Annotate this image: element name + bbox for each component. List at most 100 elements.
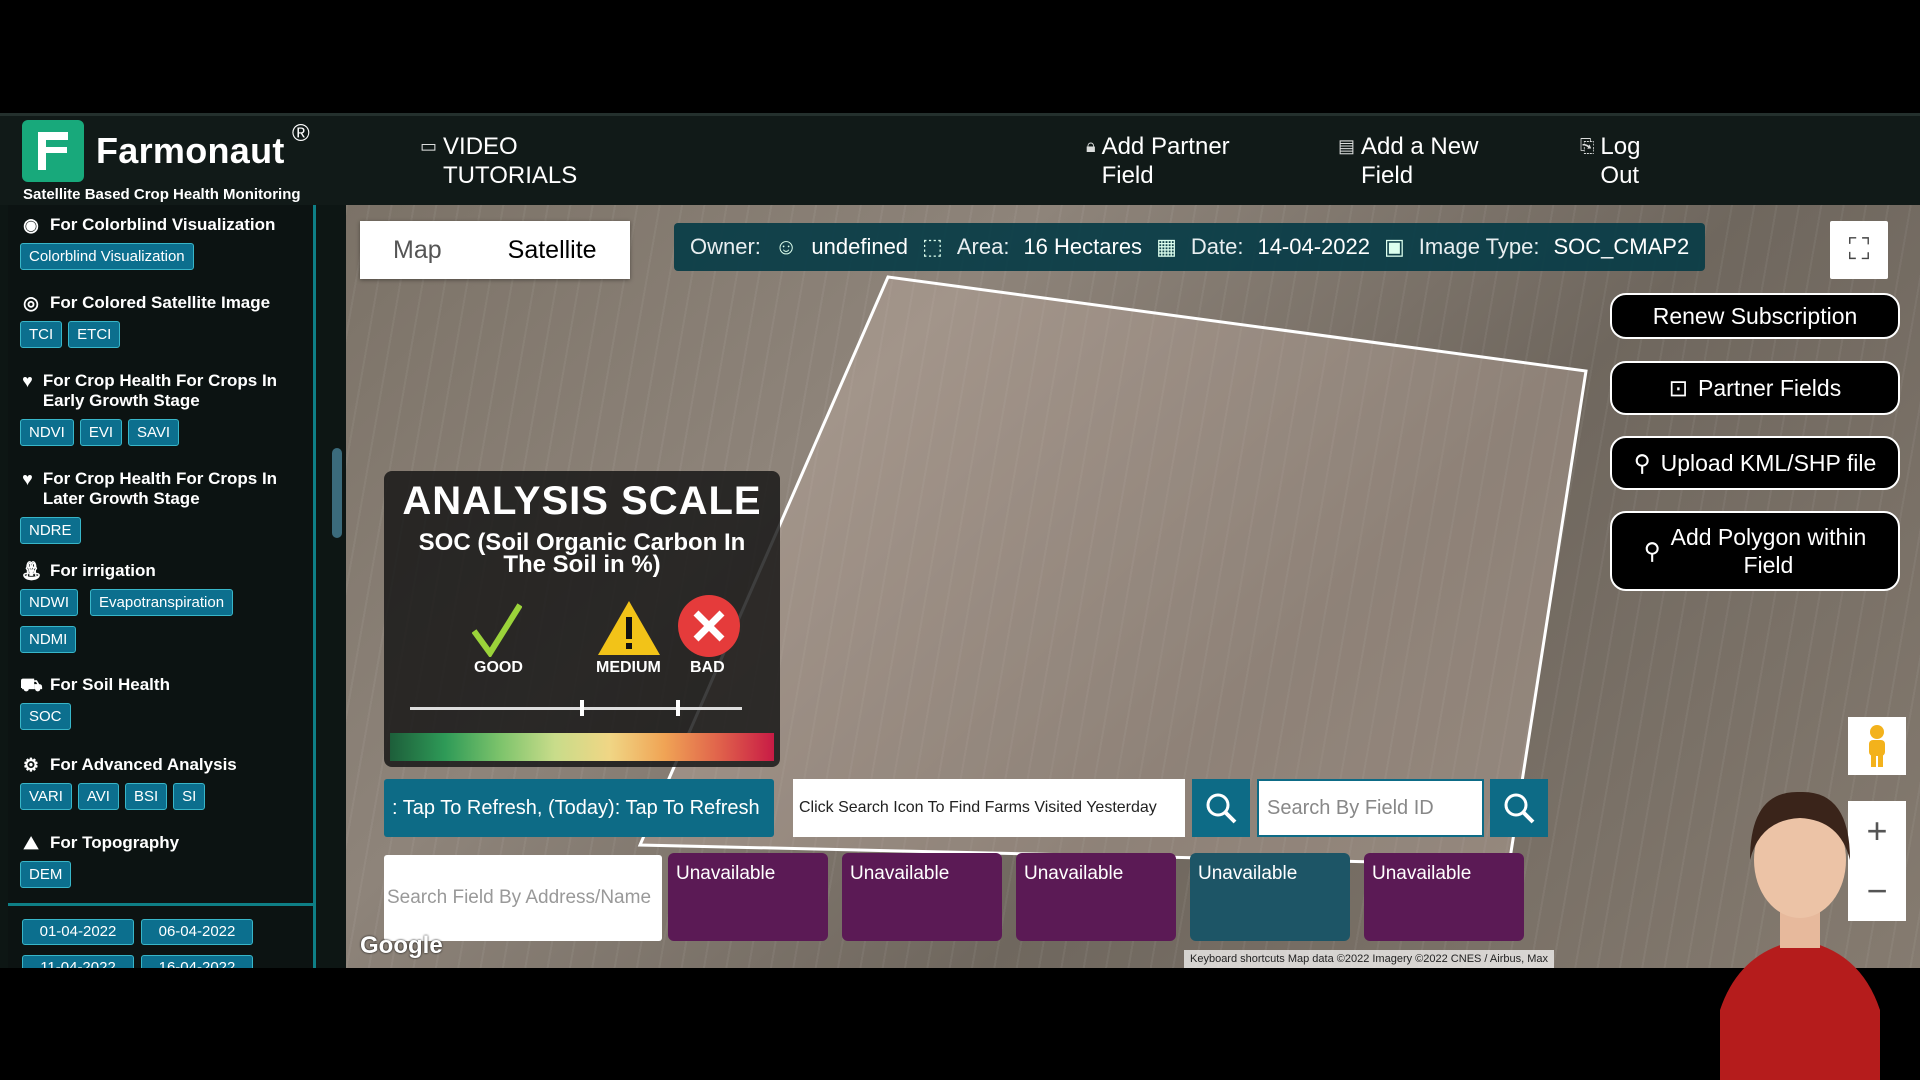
map-attribution[interactable]: Keyboard shortcuts Map data ©2022 Imager… (1184, 950, 1554, 968)
fullscreen-button[interactable]: ⛶ (1830, 221, 1888, 279)
chip-ndmi[interactable]: NDMI (20, 626, 77, 653)
checkmark-icon (472, 603, 522, 657)
chip-si[interactable]: SI (173, 783, 206, 810)
video-tutorials-link[interactable]: ▭ VIDEO TUTORIALS (420, 132, 577, 190)
calendar-icon: ▦ (1156, 234, 1177, 259)
unavailable-tile[interactable]: Unavailable (1016, 853, 1176, 941)
registered-mark: ® (292, 120, 310, 147)
chip-evi[interactable]: EVI (79, 419, 123, 446)
chip-tci[interactable]: TCI (20, 321, 63, 348)
scale-subtitle-line: The Soil in %) (503, 551, 661, 578)
satellite-icon: ◎ (23, 293, 39, 313)
nav-label: Field (1101, 162, 1154, 189)
chip-ndre[interactable]: NDRE (20, 517, 81, 544)
unavailable-tile[interactable]: Unavailable (1364, 853, 1524, 941)
area-value: 16 Hectares (1023, 234, 1143, 259)
select-value: Click Search Icon To Find Farms Visited … (799, 799, 1157, 816)
date-chip[interactable]: 06-04-2022 (141, 919, 253, 945)
unavailable-tile[interactable]: Unavailable (1190, 853, 1350, 941)
scale-marker (580, 700, 584, 716)
section-title: For Crop Health For Crops In Later Growt… (42, 469, 278, 508)
topography-section: ⛰ For Topography DEM (20, 833, 310, 888)
logout-link[interactable]: ⎘ Log Out (1580, 132, 1640, 190)
chip-avi[interactable]: AVI (77, 783, 119, 810)
chip-ndwi[interactable]: NDWI (20, 589, 78, 616)
renew-subscription-button[interactable]: Renew Subscription (1610, 293, 1900, 339)
sidebar-scrollbar[interactable] (332, 448, 342, 538)
button-label: Add Polygon within (1670, 524, 1867, 550)
brand-logo[interactable]: Farmonaut (22, 120, 285, 182)
date-value: 14-04-2022 (1257, 234, 1370, 259)
add-partner-field-link[interactable]: 🔒︎ Add Partner Field (1086, 132, 1230, 190)
field-id-search-input[interactable]: Search By Field ID (1257, 779, 1484, 837)
scale-slider-track (410, 707, 742, 710)
unavailable-tile[interactable]: Unavailable (668, 853, 828, 941)
partner-fields-button[interactable]: ⊡ Partner Fields (1610, 361, 1900, 415)
colorblind-section: ◉ For Colorblind Visualization Colorblind… (20, 215, 310, 270)
date-chip[interactable]: 01-04-2022 (22, 919, 134, 945)
section-title: For Crop Health For Crops In Early Growt… (42, 371, 278, 410)
map-type-satellite[interactable]: Satellite (475, 221, 630, 279)
brand-tagline: Satellite Based Crop Health Monitoring (23, 186, 301, 203)
button-label: Partner Fields (1698, 374, 1842, 401)
section-title: For Colorblind Visualization (50, 215, 276, 234)
soil-health-section: ⛟ For Soil Health SOC (20, 675, 310, 730)
unavailable-tile[interactable]: Unavailable (842, 853, 1002, 941)
logout-icon: ⎘ (1580, 136, 1595, 156)
map-type-toggle: Map Satellite (360, 221, 630, 279)
warning-icon (598, 601, 660, 655)
section-title: For irrigation (50, 561, 156, 580)
heart-icon: ♥ (22, 371, 33, 391)
section-title: For Advanced Analysis (50, 755, 237, 774)
chip-etci[interactable]: ETCI (68, 321, 121, 348)
add-new-field-link[interactable]: ▤ Add a New Field (1338, 132, 1478, 190)
nav-label: Add a New (1361, 133, 1479, 160)
scale-title: ANALYSIS SCALE (402, 479, 762, 523)
field-info-bar: Owner: ☺ undefined ⬚ Area: 16 Hectares ▦… (674, 223, 1706, 271)
image-type-value: SOC_CMAP2 (1553, 234, 1690, 259)
image-icon: ▣ (1384, 234, 1405, 259)
chip-ndvi[interactable]: NDVI (20, 419, 74, 446)
owner-value: undefined (811, 234, 909, 259)
date-chip[interactable]: 16-04-2022 (141, 955, 253, 968)
section-title: For Soil Health (50, 675, 170, 694)
visited-search-button[interactable] (1192, 779, 1250, 837)
area-icon: ⬚ (922, 234, 943, 259)
presenter-video-overlay (1720, 791, 1880, 1080)
date-label: Date: (1190, 234, 1244, 259)
chip-colorblind[interactable]: Colorblind Visualization (20, 243, 194, 270)
nav-label: Out (1600, 162, 1640, 189)
map-icon: ▤ (1338, 136, 1356, 156)
upload-kml-button[interactable]: ⚲ Upload KML/SHP file (1610, 436, 1900, 490)
lock-icon: 🔒︎ (1086, 136, 1096, 156)
visited-farms-select[interactable]: Click Search Icon To Find Farms Visited … (793, 779, 1185, 837)
farmer-icon: ☺ (774, 234, 798, 259)
field-polygon (637, 275, 1588, 867)
colored-image-section: ◎ For Colored Satellite Image TCI ETCI (20, 293, 310, 348)
index-sidebar: ◉ For Colorblind Visualization Colorblind… (8, 205, 316, 968)
chip-soc[interactable]: SOC (20, 703, 71, 730)
early-growth-section: ♥ For Crop Health For Crops In Early Grow… (20, 371, 310, 446)
add-polygon-button[interactable]: ⚲ Add Polygon within Field (1610, 511, 1900, 591)
color-gradient-bar (390, 733, 774, 761)
eye-icon: ◉ (23, 215, 39, 235)
later-growth-section: ♥ For Crop Health For Crops In Later Grow… (20, 469, 310, 544)
fullscreen-icon: ⛶ (1848, 233, 1870, 266)
area-label: Area: (956, 234, 1010, 259)
mountain-icon: ⛰ (23, 833, 39, 853)
chip-savi[interactable]: SAVI (128, 419, 180, 446)
address-search-input[interactable]: Search Field By Address/Name (384, 855, 662, 941)
field-id-search-button[interactable] (1490, 779, 1548, 837)
chip-dem[interactable]: DEM (20, 861, 72, 888)
chip-bsi[interactable]: BSI (124, 783, 168, 810)
analysis-scale-panel: ANALYSIS SCALE SOC (Soil Organic Carbon … (384, 471, 780, 767)
scale-subtitle: SOC (Soil Organic Carbon In The Soil in %… (384, 531, 780, 578)
image-type-label: Image Type: (1418, 234, 1540, 259)
refresh-ticker[interactable]: : Tap To Refresh, (Today): Tap To Refres… (384, 779, 774, 837)
chip-vari[interactable]: VARI (20, 783, 72, 810)
advanced-analysis-section: ⚙ For Advanced Analysis VARI AVI BSI SI (20, 755, 310, 810)
date-chip[interactable]: 11-04-2022 (22, 955, 134, 968)
map-type-map[interactable]: Map (360, 221, 475, 279)
search-icon (1206, 793, 1237, 824)
chip-evapotranspiration[interactable]: Evapotranspiration (90, 589, 234, 616)
